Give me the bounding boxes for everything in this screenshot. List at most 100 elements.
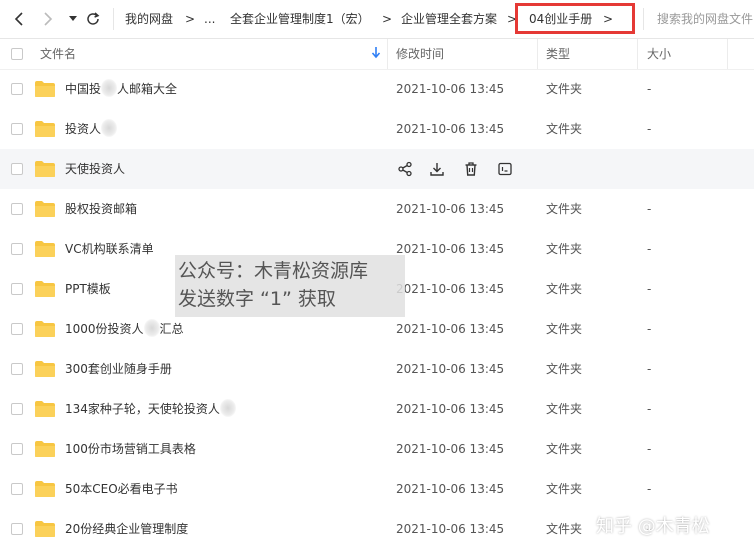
column-divider (537, 39, 538, 69)
breadcrumb-folder-2[interactable]: 企业管理全套方案 (401, 11, 497, 27)
column-modified[interactable]: 修改时间 (396, 47, 444, 61)
file-name[interactable]: 20份经典企业管理制度 (65, 522, 188, 536)
refresh-icon[interactable] (83, 9, 103, 29)
file-row[interactable]: 股权投资邮箱 2021-10-06 13:45 文件夹 - (0, 189, 754, 229)
file-name[interactable]: VC机构联系清单 (65, 242, 154, 256)
file-row[interactable]: 100份市场营销工具表格 2021-10-06 13:45 文件夹 - (0, 429, 754, 469)
sort-down-icon[interactable] (371, 47, 381, 62)
file-size: - (647, 282, 652, 296)
folder-icon (34, 400, 56, 418)
file-name[interactable]: 天使投资人 (65, 162, 125, 176)
redaction-blur (101, 79, 118, 97)
file-name-text: 天使投资人 (65, 162, 126, 176)
file-name[interactable]: 1000份投资人 汇总 (65, 319, 184, 337)
file-modified-time: 2021-10-06 13:45 (396, 522, 505, 536)
delete-icon[interactable] (463, 161, 479, 177)
file-name[interactable]: PPT模板 (65, 282, 111, 296)
row-checkbox[interactable] (11, 323, 23, 335)
promo-line-2: 发送数字 “1” 获取 (178, 288, 336, 310)
file-row[interactable]: 天使投资人 (0, 149, 754, 189)
file-name-text: 134家种子轮，天使轮投资人 (65, 402, 220, 416)
column-divider (637, 39, 638, 69)
row-checkbox[interactable] (11, 163, 23, 175)
row-checkbox[interactable] (11, 203, 23, 215)
file-name[interactable]: 100份市场营销工具表格 (65, 442, 196, 456)
file-name[interactable]: 股权投资邮箱 (65, 202, 137, 216)
redaction-blur (101, 119, 118, 137)
folder-icon (34, 120, 56, 138)
column-size[interactable]: 大小 (647, 47, 671, 61)
column-name[interactable]: 文件名 (40, 47, 76, 61)
file-type: 文件夹 (546, 122, 583, 136)
file-row[interactable]: 134家种子轮，天使轮投资人 2021-10-06 13:45 文件夹 - (0, 389, 754, 429)
file-name[interactable]: 中国投 人邮箱大全 (65, 79, 178, 97)
row-checkbox[interactable] (11, 523, 23, 535)
row-checkbox[interactable] (11, 443, 23, 455)
file-type: 文件夹 (546, 402, 583, 416)
column-type[interactable]: 类型 (546, 47, 570, 61)
folder-icon (34, 480, 56, 498)
file-type: 文件夹 (546, 482, 583, 496)
row-checkbox[interactable] (11, 123, 23, 135)
breadcrumb-folder-1[interactable]: 全套企业管理制度1（宏） (230, 11, 370, 27)
file-modified-time: 2021-10-06 13:45 (396, 242, 505, 256)
breadcrumb-arrow: > (603, 12, 614, 26)
folder-icon (34, 320, 56, 338)
folder-icon (34, 360, 56, 378)
promo-line-1: 公众号：木青松资源库 (178, 260, 369, 282)
column-divider (387, 39, 388, 69)
breadcrumb-arrow: > (185, 12, 196, 26)
share-icon[interactable] (397, 161, 413, 177)
file-type: 文件夹 (546, 242, 583, 256)
search-input[interactable]: 搜索我的网盘文件 (657, 11, 753, 27)
folder-icon (34, 200, 56, 218)
file-size: - (647, 82, 652, 96)
file-name-text: 100份市场营销工具表格 (65, 442, 196, 456)
file-name-text: 20份经典企业管理制度 (65, 522, 189, 536)
file-name-tail: 人邮箱大全 (117, 82, 178, 96)
folder-icon (34, 440, 56, 458)
redaction-blur (143, 319, 160, 337)
breadcrumb-my-drive[interactable]: 我的网盘 (125, 11, 173, 27)
folder-icon (34, 160, 56, 178)
breadcrumb-ellipsis[interactable]: ... (204, 11, 215, 27)
file-name-text: PPT模板 (65, 282, 111, 296)
forward-icon[interactable] (38, 9, 58, 29)
file-modified-time: 2021-10-06 13:45 (396, 362, 505, 376)
file-type: 文件夹 (546, 322, 583, 336)
more-icon[interactable] (497, 161, 513, 177)
file-row[interactable]: 50本CEO必看电子书 2021-10-06 13:45 文件夹 - (0, 469, 754, 509)
file-row[interactable]: 300套创业随身手册 2021-10-06 13:45 文件夹 - (0, 349, 754, 389)
breadcrumb-arrow: > (382, 12, 393, 26)
file-type: 文件夹 (546, 522, 583, 536)
file-size: - (647, 402, 652, 416)
file-name[interactable]: 50本CEO必看电子书 (65, 482, 178, 496)
back-icon[interactable] (9, 9, 29, 29)
file-row[interactable]: 中国投 人邮箱大全 2021-10-06 13:45 文件夹 - (0, 69, 754, 109)
row-checkbox[interactable] (11, 243, 23, 255)
row-checkbox[interactable] (11, 403, 23, 415)
file-name-tail: 汇总 (159, 322, 184, 336)
file-name[interactable]: 投资人 (65, 119, 118, 137)
file-name[interactable]: 300套创业随身手册 (65, 362, 172, 376)
row-checkbox[interactable] (11, 283, 23, 295)
column-divider (727, 39, 728, 69)
file-size: - (647, 122, 652, 136)
download-icon[interactable] (429, 161, 445, 177)
file-name-text: 300套创业随身手册 (65, 362, 172, 376)
folder-icon (34, 80, 56, 98)
file-name-text: 50本CEO必看电子书 (65, 482, 178, 496)
row-checkbox[interactable] (11, 363, 23, 375)
breadcrumb-current[interactable]: 04创业手册 (529, 11, 592, 27)
file-row[interactable]: 投资人 2021-10-06 13:45 文件夹 - (0, 109, 754, 149)
row-checkbox[interactable] (11, 483, 23, 495)
file-size: - (647, 322, 652, 336)
file-type: 文件夹 (546, 442, 583, 456)
select-all-checkbox[interactable] (11, 48, 23, 60)
file-name-text: 中国投 (65, 82, 102, 96)
folder-icon (34, 520, 56, 538)
dropdown-icon[interactable] (63, 9, 83, 29)
file-size: - (647, 442, 652, 456)
row-checkbox[interactable] (11, 83, 23, 95)
file-name[interactable]: 134家种子轮，天使轮投资人 (65, 399, 236, 417)
